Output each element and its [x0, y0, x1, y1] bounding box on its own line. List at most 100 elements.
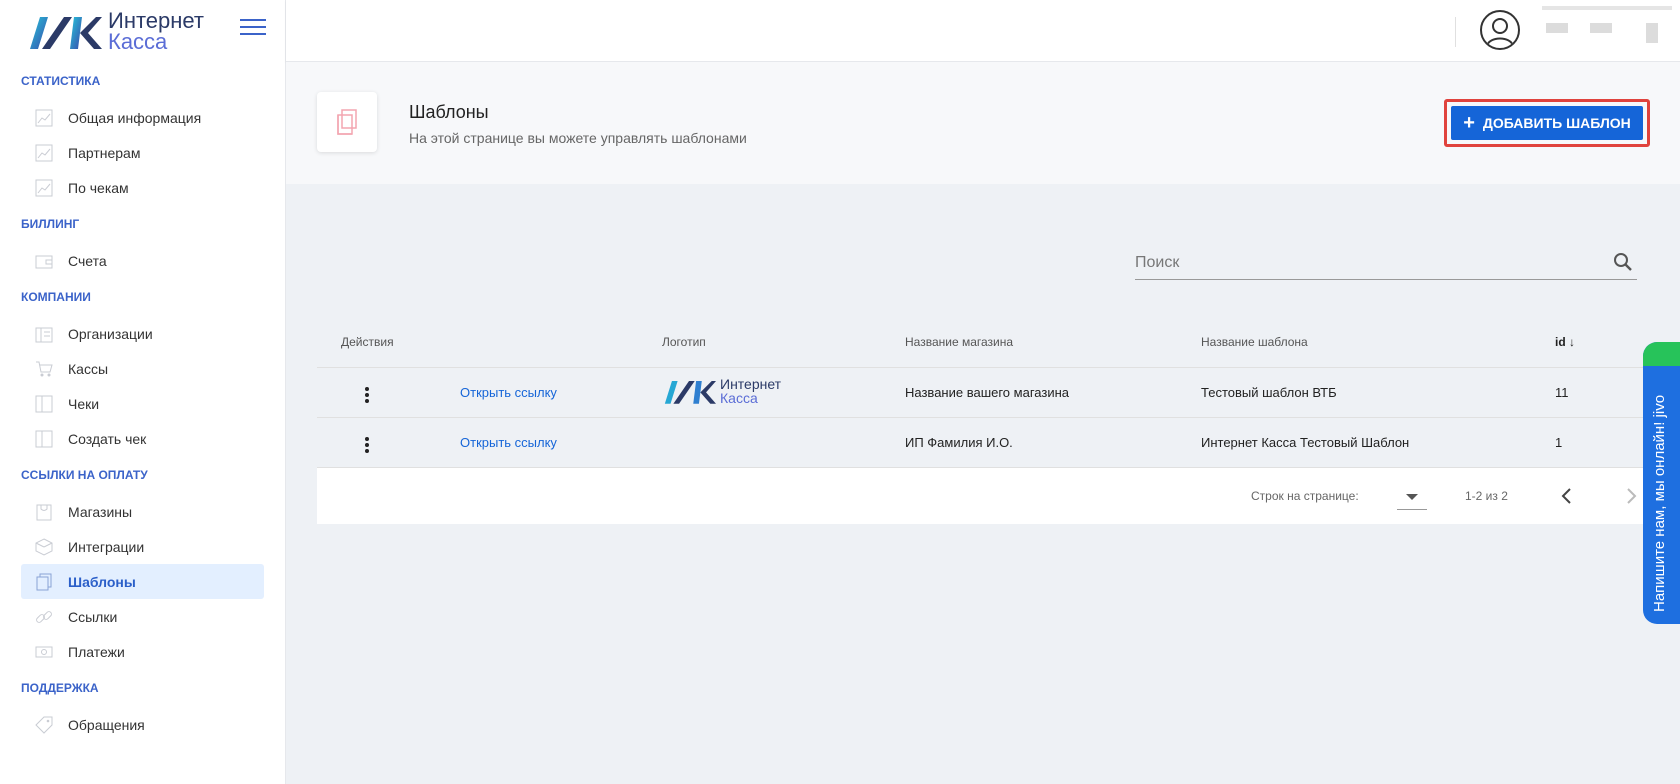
sidebar-item-label: Счета [68, 252, 107, 269]
row-id: 11 [1555, 385, 1569, 400]
id-header-label: id [1555, 334, 1566, 349]
open-link[interactable]: Открыть ссылку [460, 385, 557, 400]
chat-widget-brand: jivo [1651, 394, 1668, 418]
row-link-cell: Открыть ссылку [460, 385, 662, 400]
sidebar-item[interactable]: Кассы [21, 351, 264, 386]
sidebar-item[interactable]: Чеки [21, 386, 264, 421]
search-icon[interactable] [1613, 252, 1633, 277]
chat-widget[interactable]: Напишите нам, мы онлайн! jivo [1643, 342, 1680, 624]
row-actions-cell [317, 429, 460, 457]
nav-section-title: БИЛЛИНГ [21, 217, 80, 231]
row-template-name: Тестовый шаблон ВТБ [1201, 385, 1337, 400]
chart-icon [35, 109, 53, 127]
sidebar-item[interactable]: По чекам [21, 170, 264, 205]
sidebar-item-label: Создать чек [68, 430, 147, 447]
row-template-name: Интернет Касса Тестовый Шаблон [1201, 435, 1410, 450]
more-actions-icon[interactable] [355, 433, 379, 457]
row-shop-name: ИП Фамилия И.О. [905, 435, 1013, 450]
sidebar-item-label: Партнерам [68, 144, 141, 161]
sidebar-item[interactable]: Партнерам [21, 135, 264, 170]
add-button-highlight: + ДОБАВИТЬ ШАБЛОН [1444, 99, 1650, 147]
blurred-user-info [1590, 23, 1612, 33]
table-header: Действия Логотип Название магазина Назва… [317, 316, 1647, 368]
pagination-range: 1-2 из 2 [1465, 489, 1508, 503]
row-logo-cell: Интернет Касса [662, 376, 905, 409]
sidebar-item-label: Чеки [68, 395, 100, 412]
header-divider [1455, 17, 1456, 47]
sidebar-item[interactable]: Создать чек [21, 421, 264, 456]
shop-logo-line-1: Интернет [720, 376, 782, 392]
sidebar-item[interactable]: Счета [21, 243, 264, 278]
row-actions-cell [317, 379, 460, 407]
integration-icon [35, 537, 53, 556]
sidebar-item-label: Ссылки [68, 608, 118, 625]
receipt-icon [35, 395, 53, 413]
sidebar-item-label: Магазины [68, 503, 133, 520]
sort-down-icon: ↓ [1569, 334, 1576, 349]
chart-icon [35, 144, 53, 162]
nav-section-title: ПОДДЕРЖКА [21, 681, 99, 695]
open-link[interactable]: Открыть ссылку [460, 435, 557, 450]
logo-line-1: Интернет [108, 8, 204, 33]
col-id[interactable]: id ↓ [1555, 335, 1647, 349]
menu-toggle-icon[interactable] [240, 19, 266, 39]
sidebar-item[interactable]: Интеграции [21, 529, 264, 564]
nav-section-title: КОМПАНИИ [21, 290, 91, 304]
sidebar-item[interactable]: Платежи [21, 634, 264, 669]
dropdown-caret-icon [1406, 494, 1418, 500]
sidebar-item[interactable]: Общая информация [21, 100, 264, 135]
wallet-icon [35, 252, 53, 270]
sidebar-item-label: Обращения [68, 716, 145, 733]
more-actions-icon[interactable] [355, 383, 379, 407]
logo-text: Интернет Касса [108, 8, 204, 54]
logo[interactable]: Интернет Касса [0, 0, 285, 62]
col-shop: Название магазина [905, 334, 1014, 349]
nav-section-title: СТАТИСТИКА [21, 74, 101, 88]
sidebar: Интернет Касса СТАТИСТИКА Общая информаци… [0, 0, 286, 784]
plus-icon: + [1463, 111, 1475, 134]
add-template-button[interactable]: + ДОБАВИТЬ ШАБЛОН [1451, 106, 1643, 140]
copy-icon [35, 573, 53, 591]
cart-icon [35, 360, 53, 378]
chat-widget-label: Напишите нам, мы онлайн! jivo [1651, 395, 1668, 612]
sidebar-item-label: Шаблоны [68, 573, 136, 590]
search-input[interactable] [1135, 248, 1637, 278]
money-icon [35, 643, 53, 661]
blurred-user-info [1646, 23, 1658, 43]
blurred-user-info [1542, 6, 1672, 10]
bag-icon [35, 503, 53, 521]
page-header: Шаблоны На этой странице вы можете управ… [286, 62, 1680, 184]
building-icon [35, 325, 53, 343]
sidebar-item-label: Кассы [68, 360, 109, 377]
prev-page-icon[interactable] [1557, 484, 1577, 508]
next-page-icon[interactable] [1621, 484, 1641, 508]
rows-per-page-label: Строк на странице: [1251, 489, 1359, 503]
sidebar-item[interactable]: Ссылки [21, 599, 264, 634]
receipt-icon [35, 430, 53, 448]
sidebar-item[interactable]: Организации [21, 316, 264, 351]
sidebar-item-label: По чекам [68, 179, 129, 196]
col-actions: Действия [341, 334, 394, 349]
sidebar-item[interactable]: Магазины [21, 494, 264, 529]
user-avatar-icon[interactable] [1480, 10, 1520, 50]
chart-icon [35, 179, 53, 197]
templates-icon [317, 92, 377, 152]
col-template: Название шаблона [1201, 334, 1308, 349]
table-row: Открыть ссылку Интернет Касса Название в… [317, 368, 1647, 418]
blurred-user-info [1546, 23, 1568, 33]
chat-widget-accent [1643, 342, 1680, 366]
row-id: 1 [1555, 435, 1563, 450]
sidebar-item-label: Организации [68, 325, 153, 342]
rows-per-page-select[interactable] [1397, 482, 1427, 510]
sidebar-item[interactable]: Обращения [21, 707, 264, 742]
logo-line-2: Касса [108, 29, 168, 54]
sidebar-item-label: Платежи [68, 643, 125, 660]
sidebar-item-label: Общая информация [68, 109, 202, 126]
shop-logo: Интернет Касса [662, 376, 781, 406]
link-icon [35, 608, 53, 626]
shop-logo-line-2: Касса [720, 390, 758, 406]
logo-mark-icon [26, 11, 102, 51]
page-subtitle: На этой странице вы можете управлять шаб… [409, 130, 747, 146]
row-shop-name: Название вашего магазина [905, 385, 1069, 400]
sidebar-item[interactable]: Шаблоны [21, 564, 264, 599]
